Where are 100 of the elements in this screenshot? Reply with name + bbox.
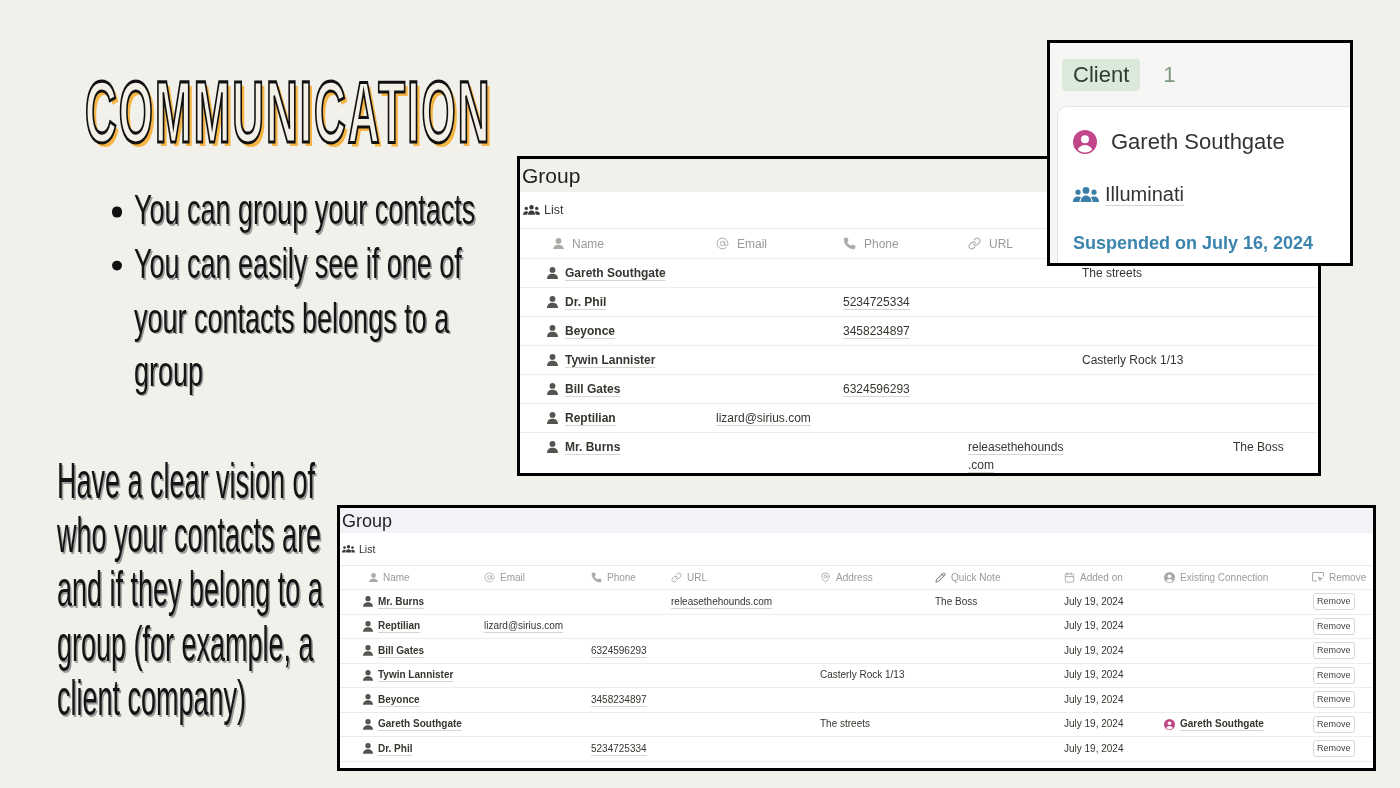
person-icon — [547, 383, 558, 395]
person-icon — [369, 572, 378, 583]
contact-name-link[interactable]: Reptilian — [378, 619, 421, 634]
email-link[interactable]: lizard@sirius.com — [716, 409, 811, 427]
body-text: Have a clear vision of who your contacts are and if they belong to a group (for example, a client company) — [57, 455, 324, 726]
date-text: July 19, 2024 — [1064, 595, 1124, 607]
at-sign-icon — [484, 572, 495, 583]
remove-button[interactable]: Remove — [1313, 740, 1355, 758]
person-icon — [547, 354, 558, 366]
contact-name-link[interactable]: Reptilian — [565, 409, 616, 427]
table-text: The streets — [1082, 266, 1143, 280]
phone-link[interactable]: 5234725334 — [843, 293, 910, 311]
column-label: Quick Note — [951, 572, 1001, 583]
person-icon — [363, 718, 373, 730]
bullet-icon — [112, 207, 122, 217]
user-circle-icon — [1164, 572, 1175, 583]
column-label: URL — [989, 236, 1013, 251]
group-tag: Client — [1062, 58, 1141, 91]
remove-button[interactable]: Remove — [1313, 642, 1355, 660]
person-icon — [547, 412, 558, 424]
pencil-icon — [935, 572, 946, 583]
people-icon — [523, 205, 540, 215]
list-view-tab[interactable]: List — [342, 543, 376, 555]
url-link[interactable]: releasethehounds.com — [968, 438, 1065, 473]
column-label: Added on — [1080, 572, 1123, 583]
date-text: July 19, 2024 — [1064, 693, 1124, 705]
person-icon — [363, 645, 373, 657]
bullet-icon — [112, 261, 122, 271]
phone-link[interactable]: 6324596293 — [843, 380, 910, 398]
column-label: Name — [383, 572, 410, 583]
count-text: 1 — [1163, 61, 1176, 88]
table-title: Group — [522, 165, 581, 186]
date-text: July 19, 2024 — [1064, 620, 1124, 632]
connection-link[interactable]: Gareth Southgate — [1180, 717, 1264, 732]
column-label: Email — [500, 572, 525, 583]
contact-name-link[interactable]: Dr. Phil — [565, 293, 607, 311]
user-circle-icon — [1164, 718, 1175, 730]
phone-icon — [843, 237, 856, 250]
person-icon — [363, 743, 373, 755]
table-text: Casterly Rock 1/13 — [1082, 353, 1184, 367]
person-icon — [553, 237, 564, 250]
people-icon — [1073, 186, 1099, 202]
remove-button[interactable]: Remove — [1313, 617, 1355, 635]
phone-link[interactable]: 3458234897 — [591, 692, 647, 707]
phone-link[interactable]: 3458234897 — [843, 322, 910, 340]
contact-name-link[interactable]: Dr. Phil — [378, 741, 413, 756]
column-label: Address — [836, 572, 873, 583]
contact-name-link[interactable]: Gareth Southgate — [378, 717, 462, 732]
user-circle-icon — [1073, 130, 1097, 154]
note-text: The Boss — [935, 595, 978, 607]
date-text: July 19, 2024 — [1064, 644, 1124, 656]
remove-button[interactable]: Remove — [1313, 691, 1355, 709]
contact-name-link[interactable]: Bill Gates — [565, 380, 621, 398]
contact-name-link[interactable]: Gareth Southgate — [565, 264, 666, 282]
phone-link[interactable]: 5234725334 — [591, 741, 647, 756]
column-label: Email — [737, 236, 767, 251]
contact-name-link[interactable]: Tywin Lannister — [378, 668, 454, 683]
table-text: The Boss — [1233, 440, 1284, 454]
remove-button[interactable]: Remove — [1313, 715, 1355, 733]
person-icon — [547, 267, 558, 279]
person-icon — [363, 596, 373, 608]
column-label: Name — [572, 236, 604, 251]
person-icon — [547, 296, 558, 308]
contact-name-link[interactable]: Bill Gates — [378, 643, 425, 658]
status-text: Suspended on July 16, 2024 — [1073, 232, 1314, 255]
bullet-text: You can easily see if one of your contacts belongs to a group — [134, 238, 463, 398]
column-label: Remove — [1329, 572, 1367, 583]
list-view-tab[interactable]: List — [523, 203, 564, 217]
slide-title: COMMUNICATION — [85, 69, 492, 156]
map-pin-icon — [820, 572, 831, 583]
column-label: Phone — [864, 236, 899, 251]
column-label: Existing Connection — [1180, 572, 1269, 583]
column-label: Phone — [607, 572, 636, 583]
contact-name-link[interactable]: Mr. Burns — [565, 438, 621, 456]
at-sign-icon — [716, 237, 729, 250]
remove-button[interactable]: Remove — [1313, 666, 1355, 684]
person-icon — [363, 669, 373, 681]
cursor-box-icon — [1312, 572, 1324, 583]
url-link[interactable]: releasethehounds.com — [671, 594, 773, 609]
link-icon — [968, 237, 981, 250]
group-link[interactable]: Illuminati — [1105, 181, 1184, 207]
person-icon — [547, 325, 558, 337]
remove-button[interactable]: Remove — [1313, 593, 1355, 611]
phone-link[interactable]: 6324596293 — [591, 643, 647, 658]
contact-name-link[interactable]: Beyonce — [565, 322, 616, 340]
contact-name-link[interactable]: Tywin Lannister — [565, 351, 656, 369]
email-link[interactable]: lizard@sirius.com — [484, 619, 564, 634]
address-text: The streets — [820, 718, 871, 730]
address-text: Casterly Rock 1/13 — [820, 669, 905, 681]
contact-name-link[interactable]: Mr. Burns — [378, 594, 425, 609]
people-icon — [342, 545, 355, 553]
contact-name-link[interactable]: Beyonce — [378, 692, 420, 707]
table-title: Group — [342, 511, 393, 530]
date-text: July 19, 2024 — [1064, 742, 1124, 754]
calendar-icon — [1064, 572, 1075, 583]
date-text: July 19, 2024 — [1064, 669, 1124, 681]
person-icon — [363, 620, 373, 632]
date-text: July 19, 2024 — [1064, 718, 1124, 730]
person-icon — [547, 441, 558, 453]
column-label: URL — [687, 572, 707, 583]
